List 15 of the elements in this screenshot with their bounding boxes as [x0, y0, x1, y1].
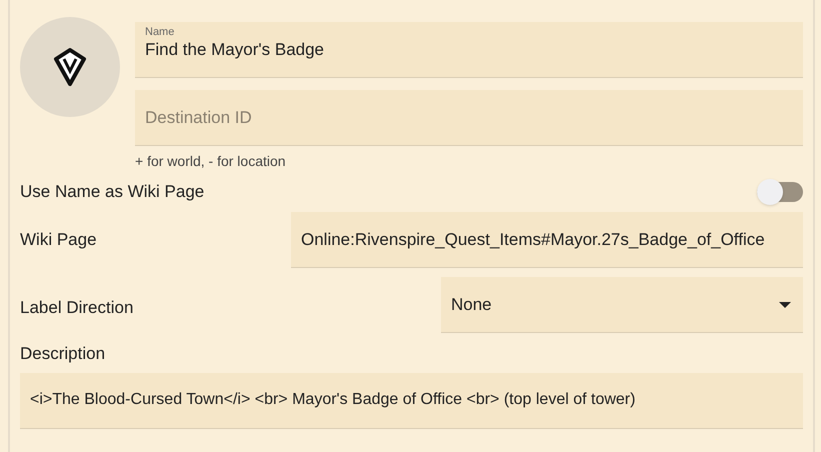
caret-icon [779, 302, 791, 308]
description-field[interactable]: <i>The Blood-Cursed Town</i> <br> Mayor's Badge of Office <br> (top level of tower) [20, 372, 803, 428]
destination-field[interactable]: Destination ID [135, 90, 803, 146]
toggle-label: Use Name as Wiki Page [20, 181, 204, 204]
wiki-page-label: Wiki Page [20, 229, 98, 252]
name-field[interactable]: Name Find the Mayor's Badge [135, 22, 803, 78]
description-label: Description [20, 343, 106, 365]
wiki-page-field[interactable]: Online:Rivenspire_Quest_Items#Mayor.27s_Badge_of_Office [291, 212, 803, 268]
field-label: Name [145, 26, 176, 39]
helper-text: + for world, - for location [135, 152, 286, 171]
badge-icon [53, 47, 87, 87]
label-direction-select[interactable]: None [441, 277, 803, 333]
label-direction-label: Label Direction [20, 297, 134, 320]
field-value: Find the Mayor's Badge [145, 39, 326, 61]
toggle-switch[interactable] [757, 182, 803, 202]
